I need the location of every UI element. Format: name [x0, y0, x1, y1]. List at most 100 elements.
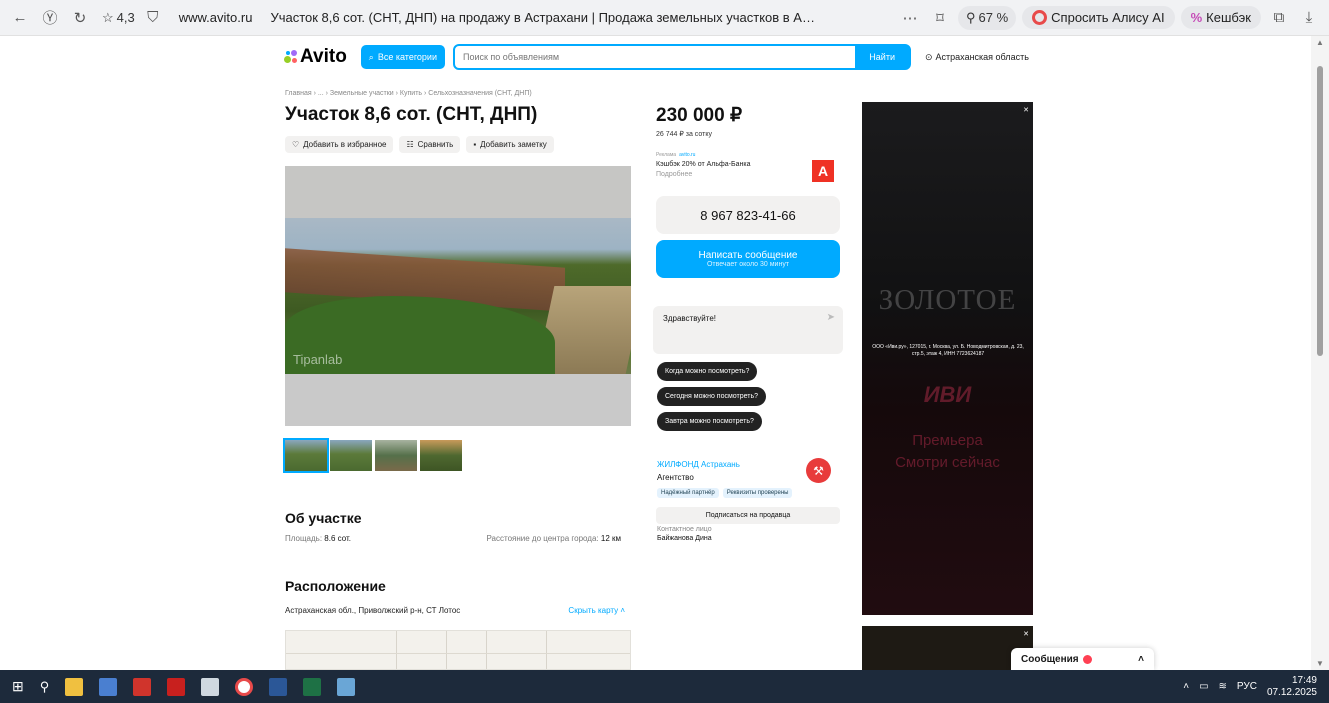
scrollbar-thumb[interactable]	[1317, 66, 1323, 356]
anydesk-icon[interactable]	[133, 677, 152, 696]
ad-text[interactable]: Кэшбэк 20% от Альфа-Банка	[656, 161, 750, 168]
quick-question-chip[interactable]: Когда можно посмотреть?	[657, 362, 758, 381]
language-indicator[interactable]: РУС	[1237, 681, 1257, 692]
listing-title: Участок 8,6 сот. (СНТ, ДНП)	[285, 104, 538, 125]
scroll-down-icon[interactable]: ▼	[1316, 659, 1324, 668]
star-icon: ☆	[102, 9, 114, 25]
notepad-icon[interactable]	[201, 677, 220, 696]
photo-watermark: Tipanlab	[293, 352, 343, 367]
yandex-icon[interactable]: Ⓨ	[38, 6, 62, 30]
cashback-button[interactable]: % Кешбэк	[1180, 6, 1261, 29]
shield-icon[interactable]: ⛉	[141, 6, 165, 30]
browser-toolbar: ← Ⓨ ↻ ☆ 4,3 ⛉ www.avito.ru Участок 8,6 со…	[0, 0, 1329, 36]
distance-param: Расстояние до центра города: 12 км	[486, 534, 621, 543]
add-note-button[interactable]: ▪ Добавить заметку	[466, 136, 554, 153]
thumbnail[interactable]	[330, 440, 372, 471]
page-title-in-bar[interactable]: Участок 8,6 сот. (СНТ, ДНП) на продажу в…	[270, 10, 818, 25]
location-heading: Расположение	[285, 578, 386, 594]
zoom-icon: ⚲	[966, 9, 976, 25]
chevron-up-icon[interactable]: ˄	[1138, 654, 1144, 665]
quick-question-chip[interactable]: Завтра можно посмотреть?	[657, 412, 762, 431]
hide-map-link[interactable]: Скрыть карту ˄	[568, 606, 625, 615]
photos-icon[interactable]	[337, 677, 356, 696]
location-row: Астраханская обл., Приволжский р-н, СТ Л…	[285, 606, 625, 615]
bookmark-icon[interactable]: ⌑	[928, 6, 952, 30]
control-panel-icon[interactable]	[99, 677, 118, 696]
logo-dots-icon	[284, 50, 298, 64]
seller-avatar[interactable]: ⚒	[806, 458, 831, 483]
breadcrumb[interactable]: Главная › ... › Земельные участки › Купи…	[285, 90, 532, 97]
about-params: Площадь: 8.6 сот. Расстояние до центра г…	[285, 534, 621, 543]
site-rating[interactable]: ☆ 4,3	[102, 10, 135, 26]
all-categories-button[interactable]: ⌕ Все категории	[360, 45, 445, 69]
thumbnail[interactable]	[420, 440, 462, 471]
compare-icon: ☷	[406, 140, 414, 149]
file-explorer-icon[interactable]	[65, 677, 84, 696]
extensions-icon[interactable]: ⧉	[1267, 6, 1291, 30]
close-icon[interactable]: ✕	[1023, 106, 1029, 114]
windows-start-icon[interactable]: ⊞	[12, 678, 24, 695]
chat-greeting: Здравствуйте!	[663, 314, 717, 323]
system-tray: ˄ ▭ ≋ РУС 17:49 07.12.2025	[1183, 675, 1317, 699]
ad-more-link[interactable]: Подробнее	[656, 171, 692, 178]
main-photo[interactable]: Tipanlab	[285, 166, 631, 426]
search-button[interactable]: Найти	[855, 45, 909, 69]
alice-button[interactable]: Спросить Алису AI	[1022, 6, 1175, 29]
search-bar: Найти	[452, 44, 911, 70]
yandex-browser-icon[interactable]	[235, 677, 254, 696]
messages-popup[interactable]: Сообщения ˄	[1011, 648, 1154, 670]
seller-badges: Надёжный партнёр Реквизиты проверены	[657, 488, 793, 498]
write-message-button[interactable]: Написать сообщение Отвечает около 30 мин…	[656, 240, 840, 278]
site-header: Avito ⌕Все категории Найти ⊙Астраханская…	[284, 44, 1029, 70]
thumbnail[interactable]	[283, 438, 329, 473]
send-icon[interactable]: ➤	[827, 312, 835, 323]
banner-watch: Смотри сейчас	[895, 454, 1000, 471]
reload-icon[interactable]: ↻	[68, 6, 92, 30]
back-icon[interactable]: ←	[8, 6, 32, 30]
word-icon[interactable]	[269, 677, 288, 696]
reliable-partner-badge: Надёжный партнёр	[657, 488, 719, 498]
address-bar-url[interactable]: www.avito.ru	[179, 10, 253, 25]
subscribe-seller-button[interactable]: Подписаться на продавца	[656, 507, 840, 524]
alfa-bank-logo[interactable]: А	[812, 160, 834, 182]
avito-logo[interactable]: Avito	[284, 46, 347, 68]
heart-icon: ♡	[292, 140, 300, 149]
seller-type: Агентство	[657, 473, 694, 482]
download-icon[interactable]: ⤓	[1297, 6, 1321, 30]
battery-icon[interactable]: ▭	[1199, 681, 1208, 692]
contact-name: Байжанова Дина	[657, 535, 712, 542]
photo-thumbnails	[283, 438, 462, 473]
wifi-icon[interactable]: ≋	[1219, 681, 1227, 692]
notification-dot-icon	[1082, 654, 1092, 664]
more-icon[interactable]: ⋯	[898, 6, 922, 30]
verified-badge: Реквизиты проверены	[722, 488, 793, 498]
scrollbar[interactable]: ▲ ▼	[1311, 36, 1329, 670]
clock[interactable]: 17:49 07.12.2025	[1267, 675, 1317, 699]
thumbnail[interactable]	[375, 440, 417, 471]
chevron-up-icon[interactable]: ˄	[1183, 681, 1189, 692]
ad-banner-second[interactable]: ✕	[862, 626, 1033, 670]
compare-button[interactable]: ☷ Сравнить	[399, 136, 461, 153]
seller-name-link[interactable]: ЖИЛФОНД Астрахань	[657, 460, 740, 469]
zoom-indicator[interactable]: ⚲ 67 %	[958, 5, 1017, 30]
phone-button[interactable]: 8 967 823-41-66	[656, 196, 840, 234]
acrobat-icon[interactable]	[167, 677, 186, 696]
region-selector[interactable]: ⊙ Астраханская область	[925, 52, 1029, 63]
banner-headline: ЗОЛОТОЕ	[878, 284, 1017, 316]
price-per-sotka: 26 744 ₽ за сотку	[656, 131, 712, 138]
area-param: Площадь: 8.6 сот.	[285, 534, 351, 543]
excel-icon[interactable]	[303, 677, 322, 696]
scroll-up-icon[interactable]: ▲	[1316, 38, 1324, 47]
contact-label: Контактное лицо	[657, 526, 712, 533]
quick-question-chip[interactable]: Сегодня можно посмотреть?	[657, 387, 767, 406]
alice-icon	[1032, 10, 1048, 25]
chat-input[interactable]: Здравствуйте! ➤	[653, 306, 843, 354]
add-favorite-button[interactable]: ♡ Добавить в избранное	[285, 136, 394, 153]
grid-icon: ⌕	[368, 51, 374, 62]
close-icon[interactable]: ✕	[1023, 630, 1029, 638]
search-icon[interactable]: ⚲	[40, 679, 50, 695]
location-map[interactable]	[285, 630, 631, 670]
ad-banner[interactable]: ✕ ЗОЛОТОЕ ООО «Иви.ру», 127015, г. Москв…	[862, 102, 1033, 615]
banner-premiere: Премьера	[912, 432, 983, 449]
search-input[interactable]	[454, 52, 856, 62]
